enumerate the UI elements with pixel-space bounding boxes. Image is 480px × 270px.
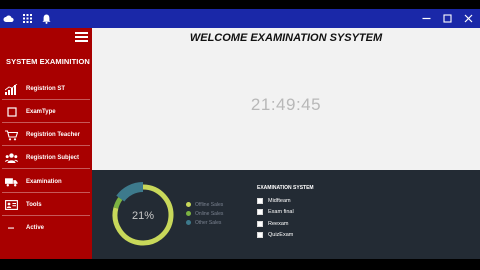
sidebar-item-registrion-subject[interactable]: Registrion Subject (0, 147, 92, 169)
sidebar-item-tools[interactable]: Tools (0, 194, 92, 216)
legend-label: Other Sales (195, 219, 222, 226)
exam-option[interactable]: Exam final (257, 207, 314, 219)
checkbox[interactable] (257, 197, 263, 204)
clock-display: 21:49:45 (250, 95, 322, 114)
donut-segment (116, 182, 144, 202)
exam-option[interactable]: QuizExam (257, 230, 314, 242)
exam-option-label: Exam final (268, 209, 294, 216)
title-bar (0, 9, 480, 28)
legend-dot (186, 202, 191, 207)
app-window: SYSTEM EXAMINITION Registrion ST ExamTyp… (0, 28, 480, 259)
maximize-icon[interactable] (442, 14, 452, 24)
donut-center-label: 21% (132, 210, 154, 222)
divider (2, 122, 90, 123)
sidebar-item-examination[interactable]: Examination (0, 171, 92, 193)
main-panel: WELCOME EXAMINATION SYSYTEM 21:49:45 (92, 28, 480, 170)
close-icon[interactable] (463, 14, 473, 24)
minimize-icon[interactable] (421, 14, 431, 24)
sidebar-item-label: Examination (26, 179, 62, 185)
bell-icon[interactable] (41, 13, 52, 24)
bar-chart-icon (5, 83, 18, 95)
app-frame: SYSTEM EXAMINITION Registrion ST ExamTyp… (0, 0, 480, 270)
legend-item: Other Sales (186, 218, 223, 227)
divider (2, 215, 90, 216)
dashboard-panel: 21% Offline Sales Online Sales Other Sal… (92, 170, 480, 259)
grid-icon[interactable] (22, 13, 33, 24)
sidebar-title: SYSTEM EXAMINITION (6, 57, 90, 66)
divider (2, 168, 90, 169)
checkbox[interactable] (257, 232, 263, 239)
dash-icon (5, 222, 18, 234)
sidebar-item-registrion-st[interactable]: Registrion ST (0, 78, 92, 100)
sidebar-item-registrion-teacher[interactable]: Registrion Teacher (0, 124, 92, 146)
exam-options-title: EXAMINATION SYSTEM (257, 185, 314, 191)
sidebar-item-active[interactable]: Active (0, 217, 92, 239)
checkbox[interactable] (257, 220, 263, 227)
divider (2, 99, 90, 100)
sidebar-item-label: Registrion Teacher (26, 132, 80, 138)
sidebar: SYSTEM EXAMINITION Registrion ST ExamTyp… (0, 28, 92, 259)
divider (2, 192, 90, 193)
donut-segment (113, 197, 123, 209)
sidebar-item-label: ExamType (26, 109, 56, 115)
hamburger-menu-icon[interactable] (75, 32, 88, 42)
cart-icon (5, 129, 18, 141)
exam-option[interactable]: Midfteam (257, 195, 314, 207)
sidebar-item-label: Active (26, 225, 45, 231)
exam-option-label: QuizExam (268, 232, 294, 239)
donut-legend: Offline Sales Online Sales Other Sales (186, 200, 223, 227)
truck-icon (5, 176, 18, 188)
legend-item: Offline Sales (186, 200, 223, 209)
checkbox[interactable] (257, 209, 263, 216)
exam-options: EXAMINATION SYSTEM Midfteam Exam final R… (257, 185, 314, 241)
sidebar-item-examtype[interactable]: ExamType (0, 101, 92, 123)
legend-dot (186, 211, 191, 216)
donut-chart: 21% (112, 182, 174, 246)
id-card-icon (5, 199, 18, 211)
divider (2, 145, 90, 146)
exam-option-label: Reexam (268, 220, 289, 227)
exam-option[interactable]: Reexam (257, 218, 314, 230)
sidebar-item-label: Registrion Subject (26, 155, 80, 161)
legend-label: Offline Sales (195, 201, 224, 208)
legend-label: Online Sales (195, 210, 224, 217)
legend-dot (186, 220, 191, 225)
page-title: WELCOME EXAMINATION SYSYTEM (189, 32, 383, 44)
cloud-icon[interactable] (3, 13, 14, 24)
sidebar-item-label: Registrion ST (26, 86, 66, 92)
users-icon (5, 152, 18, 164)
square-icon (5, 106, 18, 118)
sidebar-item-label: Tools (26, 202, 42, 208)
legend-item: Online Sales (186, 209, 223, 218)
exam-option-label: Midfteam (268, 197, 291, 204)
